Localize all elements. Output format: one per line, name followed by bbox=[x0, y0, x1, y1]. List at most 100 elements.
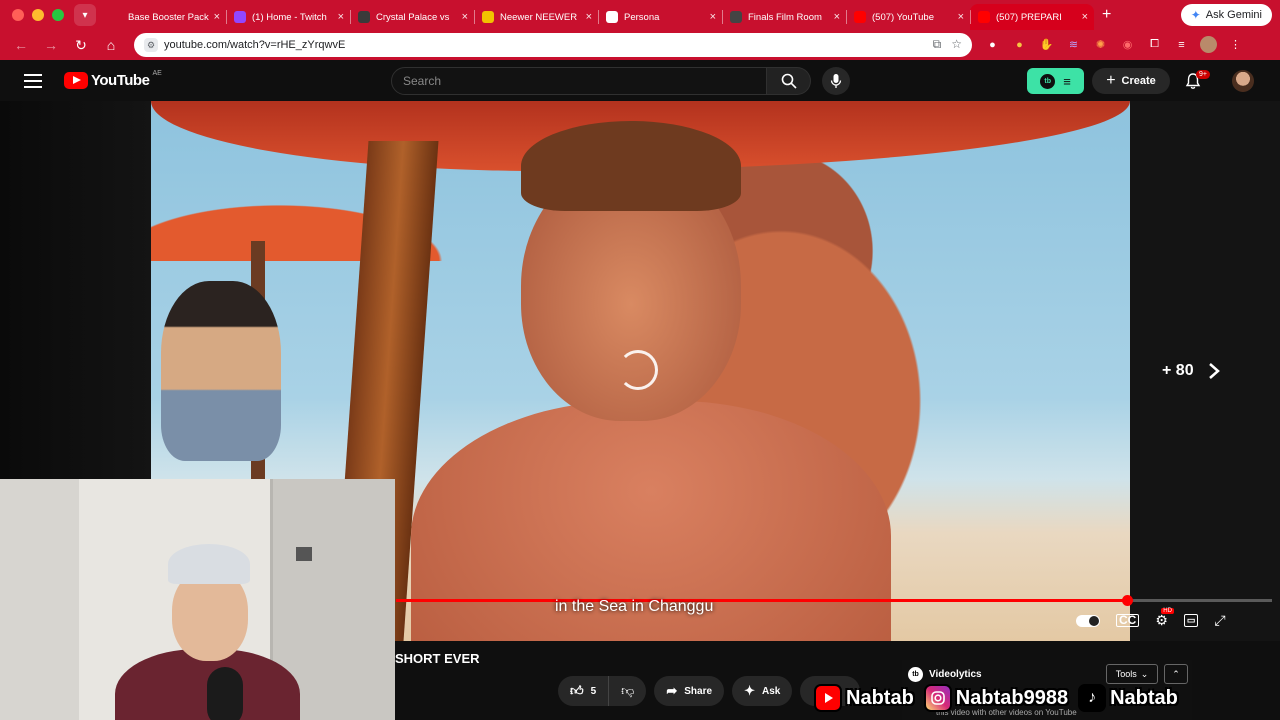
autoplay-toggle[interactable] bbox=[1076, 614, 1100, 627]
tab-close-icon[interactable]: × bbox=[586, 11, 592, 23]
address-bar[interactable]: ⚙ youtube.com/watch?v=rHE_zYrqwvE ⧉ ☆ bbox=[134, 33, 972, 57]
youtube-handle: Nabtab bbox=[814, 684, 914, 712]
install-app-icon[interactable]: ⧉ bbox=[933, 37, 942, 52]
create-button[interactable]: + Create bbox=[1092, 68, 1170, 94]
browser-tab[interactable]: Base Booster Pack × bbox=[102, 4, 226, 30]
tab-close-icon[interactable]: × bbox=[834, 11, 840, 23]
bookmark-star-icon[interactable]: ☆ bbox=[951, 37, 962, 52]
tab-list: Base Booster Pack × (1) Home - Twitch × Crys… bbox=[102, 0, 1094, 30]
browser-tab[interactable]: Neewer NEEWER × bbox=[474, 4, 598, 30]
extension-crab-icon[interactable]: ✺ bbox=[1092, 36, 1109, 53]
tab-close-icon[interactable]: × bbox=[1082, 11, 1088, 23]
profile-avatar[interactable] bbox=[1200, 36, 1217, 53]
extension-hand-icon[interactable]: ✋ bbox=[1038, 36, 1055, 53]
tab-title: (1) Home - Twitch bbox=[252, 11, 327, 23]
share-button[interactable]: ➦ Share bbox=[654, 676, 725, 706]
browser-toolbar: ← → ↻ ⌂ ⚙ youtube.com/watch?v=rHE_zYrqwv… bbox=[0, 30, 1280, 60]
back-arrow-icon[interactable]: ← bbox=[6, 37, 36, 53]
reload-icon[interactable]: ↻ bbox=[66, 37, 96, 54]
browser-tab[interactable]: (507) PREPARI × bbox=[970, 4, 1094, 30]
social-handles-overlay: Nabtab Nabtab9988 ♪ Nabtab bbox=[814, 684, 1178, 712]
scene-background-person bbox=[161, 281, 281, 461]
tab-title: (507) PREPARI bbox=[996, 11, 1062, 23]
tab-close-icon[interactable]: × bbox=[338, 11, 344, 23]
browser-tab[interactable]: (1) Home - Twitch × bbox=[226, 4, 350, 30]
browser-tab[interactable]: (507) YouTube × bbox=[846, 4, 970, 30]
tab-search-chevron-icon[interactable]: ▾ bbox=[74, 4, 96, 26]
tab-favicon-icon bbox=[730, 11, 742, 23]
extensions-puzzle-icon[interactable]: ⧠ bbox=[1146, 36, 1163, 53]
forward-arrow-icon[interactable]: → bbox=[36, 37, 66, 53]
search-button[interactable] bbox=[767, 67, 811, 95]
tab-close-icon[interactable]: × bbox=[710, 11, 716, 23]
list-icon: ≡ bbox=[1063, 73, 1071, 89]
youtube-play-icon bbox=[64, 72, 88, 89]
extensions-area: ● ● ✋ ≋ ✺ ◉ ⧠ ≡ ⋮ bbox=[984, 36, 1244, 53]
search-input[interactable]: Search bbox=[391, 67, 767, 95]
extension-waves-icon[interactable]: ≋ bbox=[1065, 36, 1082, 53]
ask-button[interactable]: ✦ Ask bbox=[732, 676, 793, 706]
collapse-panel-button[interactable]: ⌃ bbox=[1164, 664, 1188, 684]
account-avatar[interactable] bbox=[1232, 70, 1254, 92]
gemini-sparkle-icon: ✦ bbox=[1190, 8, 1201, 22]
tab-close-icon[interactable]: × bbox=[214, 11, 220, 23]
miniplayer-icon[interactable]: ▭ bbox=[1183, 614, 1199, 627]
site-info-icon[interactable]: ⚙ bbox=[144, 38, 158, 52]
menu-hamburger-icon[interactable] bbox=[24, 74, 42, 92]
hd-badge-icon: HD bbox=[1161, 608, 1174, 614]
tab-favicon-icon bbox=[482, 11, 494, 23]
extension-record-icon[interactable]: ◉ bbox=[1119, 36, 1136, 53]
fullscreen-icon[interactable]: ⤢ bbox=[1214, 612, 1225, 629]
create-label: Create bbox=[1121, 75, 1156, 87]
voice-search-button[interactable] bbox=[822, 67, 850, 95]
youtube-logo[interactable]: YouTube AE bbox=[64, 70, 162, 89]
instagram-handle: Nabtab9988 bbox=[923, 684, 1069, 712]
subtitles-cc-icon[interactable]: CC bbox=[1116, 614, 1140, 627]
tab-favicon-icon bbox=[854, 11, 866, 23]
tab-title: (507) YouTube bbox=[872, 11, 934, 23]
tab-close-icon[interactable]: × bbox=[958, 11, 964, 23]
instagram-handle-text: Nabtab9988 bbox=[955, 686, 1069, 709]
tab-title: Finals Film Room bbox=[748, 11, 822, 23]
url-text: youtube.com/watch?v=rHE_zYrqwvE bbox=[164, 39, 346, 51]
search-placeholder: Search bbox=[403, 74, 442, 88]
ask-gemini-button[interactable]: ✦ Ask Gemini bbox=[1180, 4, 1272, 26]
tools-dropdown[interactable]: Tools ⌄ bbox=[1106, 664, 1158, 684]
dislike-button[interactable]: 👎︎ bbox=[609, 676, 646, 706]
search-icon bbox=[781, 73, 797, 89]
extension-potion-icon[interactable]: ● bbox=[1011, 36, 1028, 53]
webcam-person-cap bbox=[168, 544, 250, 584]
tab-favicon-icon bbox=[978, 11, 990, 23]
tab-title: Crystal Palace vs bbox=[376, 11, 450, 23]
browser-tab[interactable]: Crystal Palace vs × bbox=[350, 4, 474, 30]
youtube-icon bbox=[814, 684, 842, 712]
tools-label: Tools bbox=[1115, 669, 1137, 679]
ask-gemini-label: Ask Gemini bbox=[1205, 9, 1262, 21]
media-controls-icon[interactable]: ≡ bbox=[1173, 36, 1190, 53]
close-window-button[interactable] bbox=[12, 9, 24, 21]
browser-tab[interactable]: Persona × bbox=[598, 4, 722, 30]
browser-tab[interactable]: Finals Film Room × bbox=[722, 4, 846, 30]
webcam-light-switch bbox=[296, 547, 312, 561]
tab-title: Base Booster Pack bbox=[128, 11, 209, 23]
maximize-window-button[interactable] bbox=[52, 9, 64, 21]
extension-bulb-icon[interactable]: ● bbox=[984, 36, 1001, 53]
new-tab-button[interactable]: + bbox=[1102, 6, 1111, 24]
browser-tab-strip: ▾ Base Booster Pack × (1) Home - Twitch × Cr… bbox=[0, 0, 1280, 30]
chevron-right-icon bbox=[1208, 363, 1220, 379]
country-code: AE bbox=[152, 70, 162, 77]
extension-green-button[interactable]: tb ≡ bbox=[1027, 68, 1084, 94]
settings-gear-icon[interactable]: ⚙ HD bbox=[1155, 608, 1174, 629]
extension-logo-icon: tb bbox=[1040, 73, 1056, 89]
like-count: 5 bbox=[590, 685, 597, 697]
youtube-handle-text: Nabtab bbox=[846, 686, 914, 709]
tab-close-icon[interactable]: × bbox=[462, 11, 468, 23]
skip-forward-button[interactable]: + 80 bbox=[1162, 362, 1220, 380]
sparkle-icon: ✦ bbox=[744, 683, 755, 698]
share-arrow-icon: ➦ bbox=[666, 683, 678, 698]
progress-bar[interactable] bbox=[396, 595, 1272, 606]
home-icon[interactable]: ⌂ bbox=[96, 37, 126, 53]
like-button[interactable]: 👍︎ 5 bbox=[558, 676, 610, 706]
minimize-window-button[interactable] bbox=[32, 9, 44, 21]
browser-menu-icon[interactable]: ⋮ bbox=[1227, 36, 1244, 53]
